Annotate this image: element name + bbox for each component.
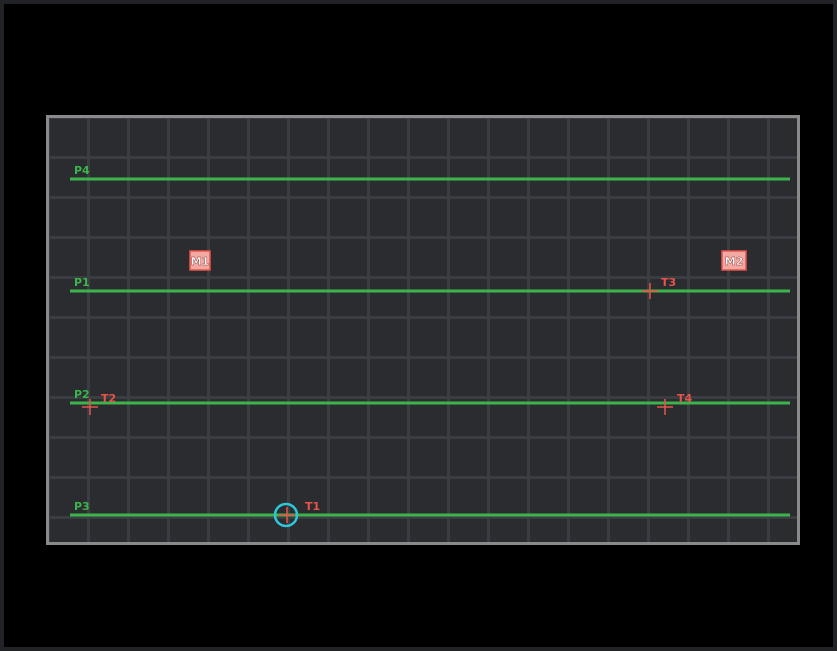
target-t1-label: T1 bbox=[305, 500, 320, 513]
game-arena[interactable]: P4 P1 P2 P3 M1 M2 T3 T2 T4 T1 bbox=[46, 115, 800, 545]
platform-p4: P4 bbox=[70, 164, 790, 181]
target-t2-label: T2 bbox=[101, 392, 116, 405]
marker-m1[interactable]: M1 bbox=[189, 250, 211, 271]
crosshair-icon bbox=[279, 507, 295, 523]
crosshair-icon bbox=[82, 399, 98, 415]
platform-p1-label: P1 bbox=[74, 276, 90, 289]
platform-p3-label: P3 bbox=[74, 500, 90, 513]
game-scene: P4 P1 P2 P3 M1 M2 T3 T2 T4 T1 bbox=[70, 164, 790, 528]
target-t3[interactable]: T3 bbox=[642, 276, 676, 299]
platform-p2-label: P2 bbox=[74, 388, 90, 401]
game-window: P4 P1 P2 P3 M1 M2 T3 T2 T4 T1 bbox=[4, 4, 833, 647]
marker-m2[interactable]: M2 bbox=[721, 250, 747, 271]
target-t4-label: T4 bbox=[677, 392, 693, 405]
platform-p1: P1 bbox=[70, 276, 790, 293]
marker-m2-label: M2 bbox=[725, 255, 744, 268]
marker-m1-label: M1 bbox=[191, 255, 210, 268]
crosshair-icon bbox=[657, 399, 673, 415]
platform-p4-label: P4 bbox=[74, 164, 90, 177]
platform-p3: P3 bbox=[70, 500, 790, 517]
crosshair-icon bbox=[642, 283, 658, 299]
target-t3-label: T3 bbox=[661, 276, 676, 289]
